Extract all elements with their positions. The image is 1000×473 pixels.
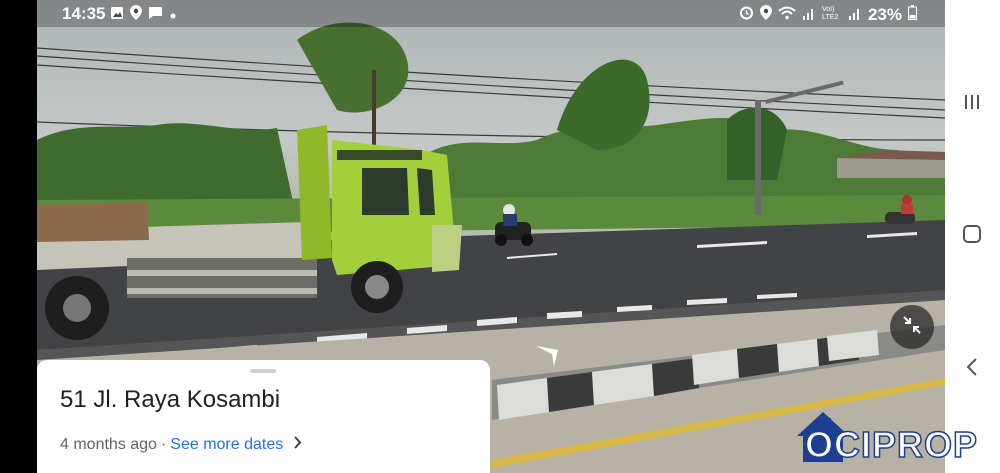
battery-icon — [908, 4, 917, 25]
back-button[interactable] — [958, 355, 986, 383]
recents-button[interactable] — [958, 90, 986, 118]
street-view-navigation-arrow[interactable] — [534, 340, 562, 373]
svg-text:VoI): VoI) — [822, 6, 834, 13]
see-more-dates-link[interactable]: See more dates — [170, 436, 283, 454]
battery-percentage: 23% — [867, 4, 902, 24]
status-bar: 14:35 VoI) LTE2 23% — [37, 0, 945, 27]
alarm-icon — [739, 5, 754, 25]
capture-age: 4 months ago — [60, 436, 157, 453]
svg-text:LTE2: LTE2 — [822, 14, 838, 20]
dot-icon — [169, 5, 177, 25]
signal-icon — [802, 5, 816, 25]
status-time: 14:35 — [62, 4, 106, 23]
navigation-bar — [945, 0, 1000, 473]
exit-fullscreen-button[interactable] — [890, 305, 934, 349]
location-icon — [759, 4, 772, 25]
gallery-icon — [110, 5, 124, 25]
watermark-text: OCIPROP — [804, 423, 979, 466]
back-icon — [965, 357, 979, 382]
watermark: OCIPROP — [795, 410, 995, 470]
home-button[interactable] — [958, 222, 986, 250]
message-icon — [148, 5, 163, 25]
address-title: 51 Jl. Raya Kosambi — [60, 386, 281, 413]
volte-icon: VoI) LTE2 — [822, 4, 842, 25]
home-icon — [962, 224, 982, 249]
recents-icon — [963, 93, 981, 116]
collapse-icon — [901, 314, 923, 341]
signal-icon — [848, 5, 862, 25]
drag-handle[interactable] — [250, 369, 276, 373]
place-info-card[interactable]: 51 Jl. Raya Kosambi 4 months ago · See m… — [37, 360, 490, 473]
separator: · — [160, 436, 167, 453]
capture-date-row: 4 months ago · See more dates — [60, 436, 302, 454]
chevron-right-icon[interactable] — [293, 436, 302, 454]
location-icon — [130, 5, 142, 25]
wifi-icon — [778, 5, 796, 25]
